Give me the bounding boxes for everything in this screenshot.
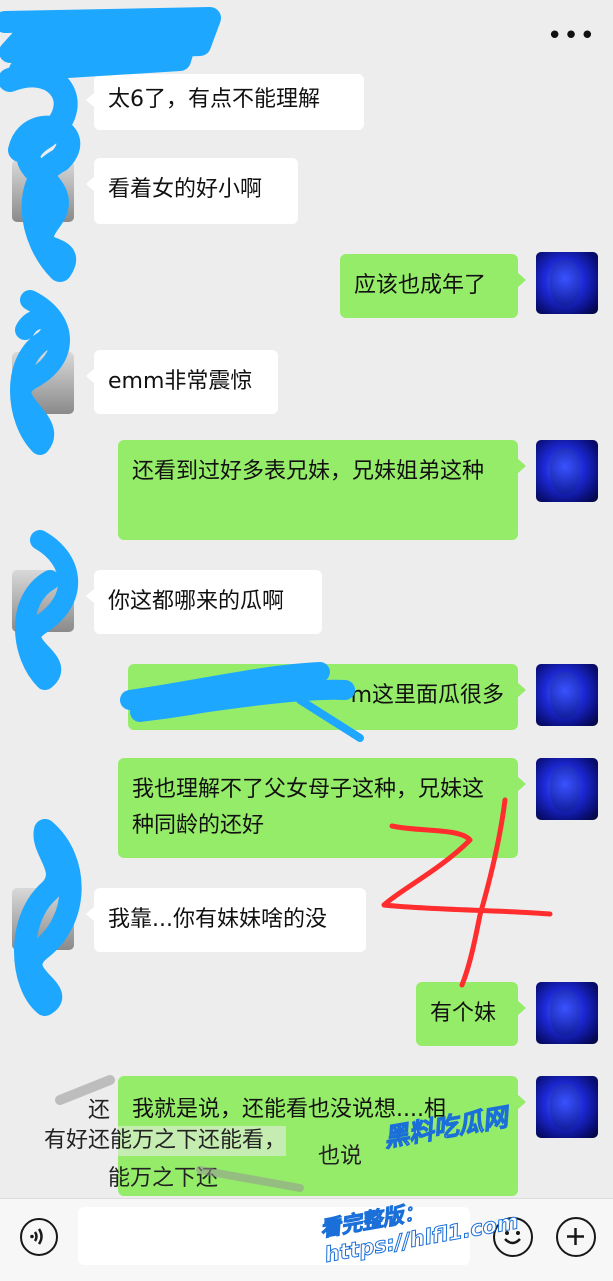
voice-icon[interactable] xyxy=(20,1218,58,1256)
avatar[interactable] xyxy=(536,252,598,314)
overlay-text: 也说 xyxy=(318,1144,363,1169)
message-bubble-incoming[interactable]: 你这都哪来的瓜啊 xyxy=(86,570,322,634)
message-bubble-incoming[interactable]: 看着女的好小啊 xyxy=(86,158,298,224)
message-bubble-incoming[interactable]: emm非常震惊 xyxy=(86,350,278,414)
message-text: 我靠...你有妹妹啥的没 xyxy=(108,907,327,932)
avatar[interactable] xyxy=(12,160,74,222)
message-text: 我也理解不了父女母子这种，兄妹这种同龄的还好 xyxy=(132,777,485,838)
avatar[interactable] xyxy=(12,888,74,950)
more-icon[interactable]: ••• xyxy=(547,23,595,49)
overlay-text: 能万之下还 xyxy=(108,1166,219,1191)
message-text: 还看到过好多表兄妹，兄妹姐弟这种 xyxy=(132,459,485,484)
message-text: 太6了，有点不能理解 xyxy=(108,87,320,112)
message-text: m这里面瓜很多 xyxy=(350,683,504,708)
message-bubble-outgoing[interactable]: 我也理解不了父女母子这种，兄妹这种同龄的还好 xyxy=(118,758,526,858)
message-text: emm非常震惊 xyxy=(108,369,253,394)
avatar[interactable] xyxy=(536,758,598,820)
overlay-text: 有好还能万之下还能看， xyxy=(44,1126,287,1156)
message-bubble-incoming[interactable]: 我靠...你有妹妹啥的没 xyxy=(86,888,366,952)
message-bubble-incoming[interactable]: 太6了，有点不能理解 xyxy=(86,74,364,130)
avatar[interactable] xyxy=(536,664,598,726)
overlay-text: 还 xyxy=(88,1098,111,1123)
message-bubble-outgoing[interactable]: 还看到过好多表兄妹，兄妹姐弟这种 xyxy=(118,440,526,540)
chat-header: ••• xyxy=(0,0,613,74)
message-bubble-outgoing[interactable]: m这里面瓜很多 xyxy=(128,664,526,730)
message-text: 应该也成年了 xyxy=(354,273,487,298)
avatar[interactable] xyxy=(536,440,598,502)
message-text: 有个妹 xyxy=(430,1001,497,1026)
avatar[interactable] xyxy=(12,352,74,414)
message-bubble-outgoing[interactable]: 有个妹 xyxy=(416,982,526,1046)
message-text: 你这都哪来的瓜啊 xyxy=(108,589,285,614)
message-bubble-outgoing[interactable]: 应该也成年了 xyxy=(340,254,526,318)
avatar[interactable] xyxy=(536,982,598,1044)
avatar[interactable] xyxy=(12,570,74,632)
message-text: 看着女的好小啊 xyxy=(108,177,263,202)
chat-area: 太6了，有点不能理解 看着女的好小啊 应该也成年了 emm非常震惊 还看到过好多… xyxy=(0,0,613,1198)
avatar[interactable] xyxy=(536,1076,598,1138)
